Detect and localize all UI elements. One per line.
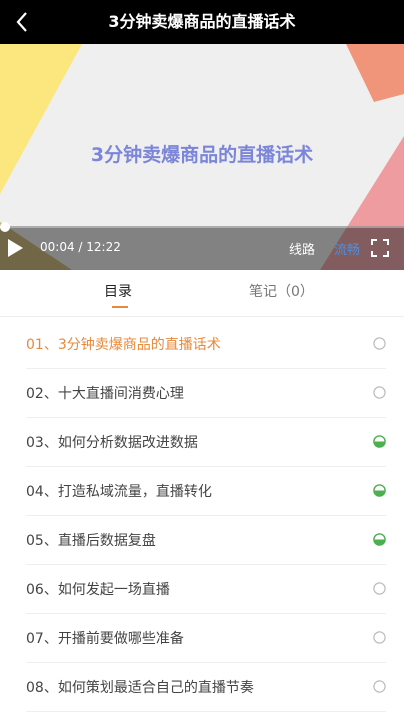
lesson-label: 06、如何发起一场直播: [26, 582, 170, 598]
time-display: 00:04 / 12:22: [40, 240, 121, 254]
quality-button[interactable]: 流畅: [334, 239, 360, 258]
lesson-label: 03、如何分析数据改进数据: [26, 435, 198, 451]
progress-half-icon: [373, 435, 386, 448]
page-title: 3分钟卖爆商品的直播话术: [108, 12, 296, 31]
progress-slider[interactable]: [0, 222, 404, 232]
lesson-item[interactable]: 03、如何分析数据改进数据: [26, 418, 386, 467]
not-started-circle-icon: [373, 337, 386, 350]
slide-title: 3分钟卖爆商品的直播话术: [90, 144, 314, 166]
lesson-list: 01、3分钟卖爆商品的直播话术 02、十大直播间消费心理 03、如何分析数据改进数据…: [0, 320, 404, 712]
lesson-item[interactable]: 01、3分钟卖爆商品的直播话术: [26, 320, 386, 369]
progress-half-icon: [373, 484, 386, 497]
lesson-label: 04、打造私域流量，直播转化: [26, 484, 212, 500]
progress-half-icon: [373, 533, 386, 546]
lesson-label: 07、开播前要做哪些准备: [26, 631, 184, 647]
not-started-circle-icon: [373, 386, 386, 399]
tab-catalog[interactable]: 目录: [104, 281, 132, 301]
lesson-item[interactable]: 05、直播后数据复盘: [26, 516, 386, 565]
video-player[interactable]: 3分钟卖爆商品的直播话术 00:04 / 12:22 线路 流畅: [0, 44, 404, 270]
lesson-item[interactable]: 04、打造私域流量，直播转化: [26, 467, 386, 516]
play-button[interactable]: [5, 237, 25, 259]
lesson-item[interactable]: 08、如何策划最适合自己的直播节奏: [26, 663, 386, 712]
fullscreen-icon: [371, 239, 389, 257]
tab-notes[interactable]: 笔记（0）: [249, 281, 314, 301]
play-icon: [8, 239, 23, 257]
lesson-label: 08、如何策划最适合自己的直播节奏: [26, 680, 254, 696]
lesson-label: 01、3分钟卖爆商品的直播话术: [26, 337, 221, 353]
tab-bar: 目录 笔记（0）: [0, 270, 404, 317]
not-started-circle-icon: [373, 631, 386, 644]
lesson-label: 02、十大直播间消费心理: [26, 386, 184, 402]
not-started-circle-icon: [373, 680, 386, 693]
top-bar: 3分钟卖爆商品的直播话术: [0, 0, 404, 44]
line-button[interactable]: 线路: [289, 239, 315, 258]
active-tab-indicator: [112, 306, 128, 308]
fullscreen-button[interactable]: [371, 239, 389, 257]
lesson-item[interactable]: 06、如何发起一场直播: [26, 565, 386, 614]
lesson-item[interactable]: 07、开播前要做哪些准备: [26, 614, 386, 663]
lesson-item[interactable]: 02、十大直播间消费心理: [26, 369, 386, 418]
lesson-label: 05、直播后数据复盘: [26, 533, 156, 549]
not-started-circle-icon: [373, 582, 386, 595]
